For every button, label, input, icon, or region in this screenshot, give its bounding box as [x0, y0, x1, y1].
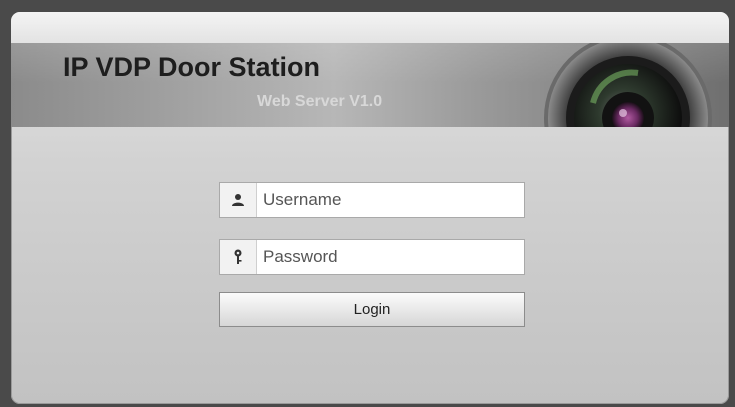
version-subtitle: Web Server V1.0 — [257, 93, 383, 110]
user-icon — [220, 183, 257, 217]
username-field-wrapper — [219, 182, 525, 218]
window-top-strip — [11, 12, 729, 43]
camera-lens-icon — [544, 43, 712, 127]
login-button[interactable]: Login — [219, 292, 525, 327]
login-form: Login — [219, 182, 525, 327]
password-field-wrapper — [219, 239, 525, 275]
key-icon — [220, 240, 257, 274]
username-input[interactable] — [263, 183, 518, 217]
password-input[interactable] — [263, 240, 518, 274]
page-title: IP VDP Door Station — [63, 52, 321, 82]
login-window: IP VDP Door Station Web Server V1.0 User… — [11, 12, 729, 404]
header-banner: IP VDP Door Station Web Server V1.0 — [11, 43, 729, 127]
